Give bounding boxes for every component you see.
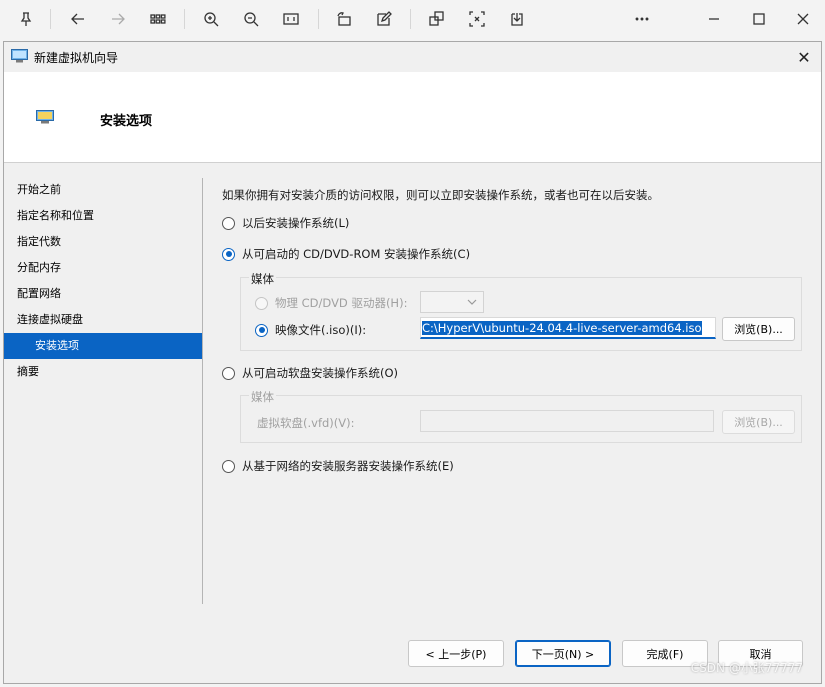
option-install-network-label: 从基于网络的安装服务器安装操作系统(E) [242,459,454,473]
option-install-network[interactable]: 从基于网络的安装服务器安装操作系统(E) [222,458,454,474]
intro-text: 如果你拥有对安装介质的访问权限，则可以立即安装操作系统，或者也可在以后安装。 [222,188,659,202]
close-button[interactable]: ✕ [793,46,815,68]
chevron-down-icon [467,299,477,305]
actual-size-icon[interactable] [277,6,305,32]
edit-icon[interactable] [370,6,398,32]
floppy-media-group: 媒体 虚拟软盘(.vfd)(V): 浏览(B)... [240,389,802,443]
option-install-cd-label: 从可启动的 CD/DVD-ROM 安装操作系统(C) [242,247,471,261]
iso-path-value: C:\HyperV\ubuntu-24.04.4-live-server-amd… [422,321,702,335]
nav-divider [202,178,203,604]
iso-path-input[interactable]: C:\HyperV\ubuntu-24.04.4-live-server-amd… [420,317,716,339]
zoom-out-icon[interactable] [237,6,265,32]
browse-iso-button[interactable]: 浏览(B)... [722,317,795,341]
nav-item-before-you-begin[interactable]: 开始之前 [4,177,202,203]
option-install-cd[interactable]: 从可启动的 CD/DVD-ROM 安装操作系统(C) [222,246,470,262]
wizard-steps-nav: 开始之前 指定名称和位置 指定代数 分配内存 配置网络 连接虚拟硬盘 安装选项 … [4,177,202,385]
image-file-label: 映像文件(.iso)(I): [275,323,367,337]
option-install-floppy[interactable]: 从可启动软盘安装操作系统(O) [222,365,398,381]
radio-install-floppy[interactable] [222,366,235,380]
option-install-later-label: 以后安装操作系统(L) [242,216,350,230]
grid-view-icon[interactable] [144,6,172,32]
window-close-icon[interactable] [789,6,817,32]
nav-item-summary[interactable]: 摘要 [4,359,202,385]
rotate-icon[interactable] [330,6,358,32]
pin-icon[interactable] [12,6,40,32]
new-vm-wizard-dialog: 新建虚拟机向导 ✕ 安装选项 开始之前 指定名称和位置 指定代数 分配内存 配置… [3,41,822,684]
save-icon[interactable] [503,6,531,32]
dialog-titlebar: 新建虚拟机向导 ✕ [4,42,821,72]
maximize-icon[interactable] [745,6,773,32]
radio-physical-drive[interactable] [255,296,268,310]
forward-icon[interactable] [104,6,132,32]
radio-install-later[interactable] [222,216,235,230]
page-title: 安装选项 [100,114,153,129]
radio-install-network[interactable] [222,459,235,473]
vm-monitor-icon [11,49,28,63]
vm-monitor-icon [36,110,54,124]
browse-floppy-button[interactable]: 浏览(B)... [722,410,795,434]
nav-item-name-location[interactable]: 指定名称和位置 [4,203,202,229]
option-install-floppy-label: 从可启动软盘安装操作系统(O) [242,366,399,380]
viewer-toolbar [0,0,825,38]
more-icon[interactable] [628,6,656,32]
next-button[interactable]: 下一页(N) > [515,640,611,667]
physical-drive-select[interactable] [420,291,484,313]
cd-media-title: 媒体 [249,271,276,287]
floppy-media-title: 媒体 [249,389,276,405]
option-install-later[interactable]: 以后安装操作系统(L) [222,215,349,231]
option-image-file[interactable]: 映像文件(.iso)(I): [255,322,366,338]
nav-item-generation[interactable]: 指定代数 [4,229,202,255]
prev-button[interactable]: < 上一步(P) [408,640,504,667]
nav-item-memory[interactable]: 分配内存 [4,255,202,281]
dialog-title: 新建虚拟机向导 [34,51,119,65]
vfd-path-input[interactable] [420,410,714,432]
copy-icon[interactable] [423,6,451,32]
radio-install-cd[interactable] [222,247,235,261]
watermark: CSDN @小张77777 [690,661,803,675]
zoom-in-icon[interactable] [197,6,225,32]
radio-image-file[interactable] [255,323,268,337]
minimize-icon[interactable] [700,6,728,32]
physical-drive-label: 物理 CD/DVD 驱动器(H): [275,296,408,310]
option-physical-drive[interactable]: 物理 CD/DVD 驱动器(H): [255,295,407,311]
wizard-header: 安装选项 [4,72,821,163]
crop-icon[interactable] [463,6,491,32]
nav-item-virtual-disk[interactable]: 连接虚拟硬盘 [4,307,202,333]
nav-item-installation-options[interactable]: 安装选项 [4,333,202,359]
floppy-label: 虚拟软盘(.vfd)(V): [257,416,355,430]
nav-item-networking[interactable]: 配置网络 [4,281,202,307]
back-icon[interactable] [64,6,92,32]
cd-media-group: 媒体 物理 CD/DVD 驱动器(H): 映像文件(.iso)(I): C:\H… [240,271,802,351]
